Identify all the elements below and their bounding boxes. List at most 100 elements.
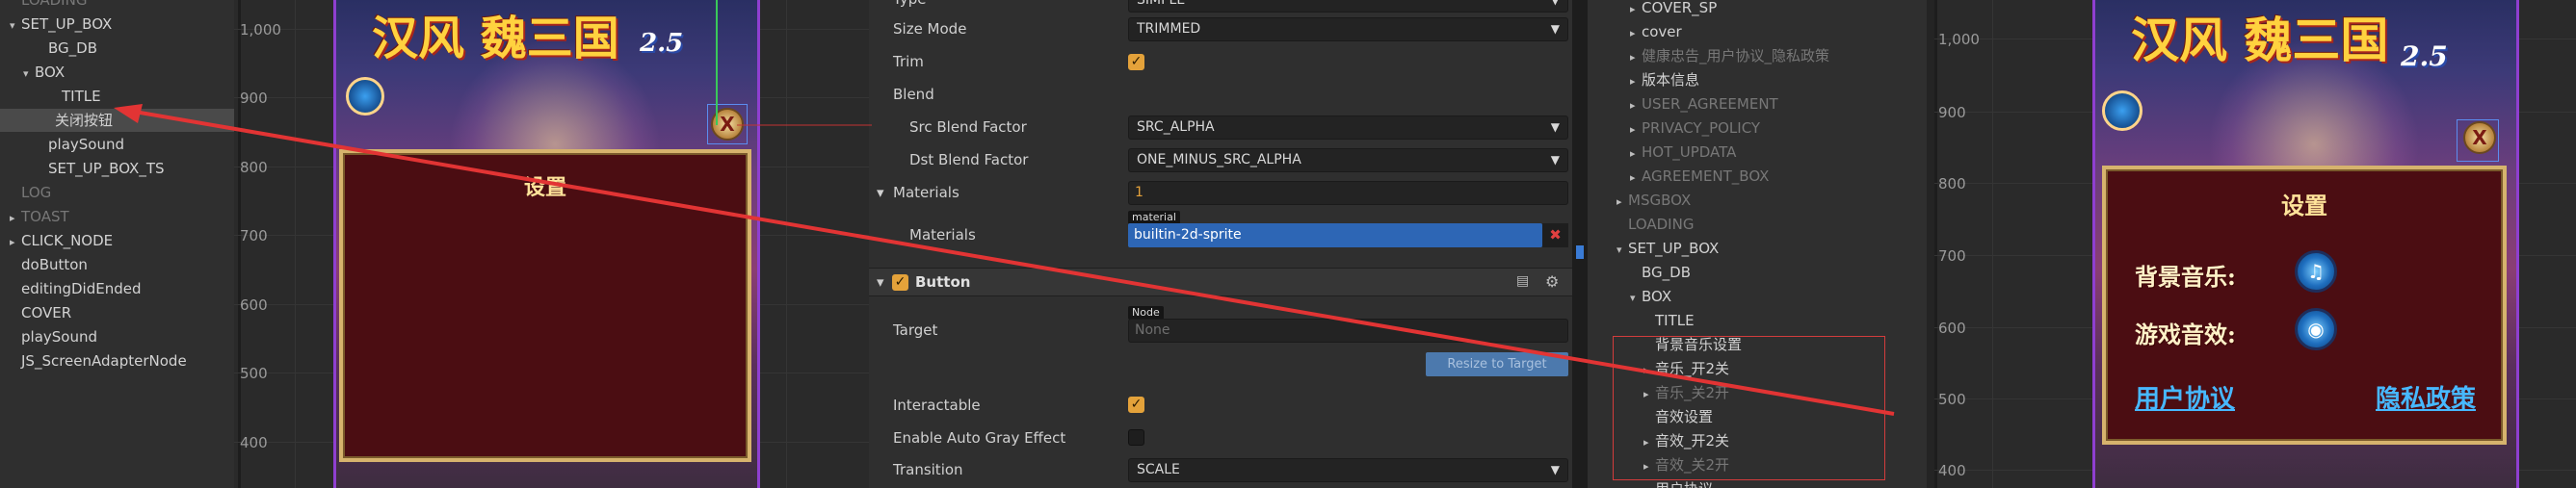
tree-item[interactable]: 音效设置	[1643, 405, 1713, 428]
materials-arrow[interactable]: ▾	[877, 184, 884, 201]
expand-arrow-icon[interactable]: ▾	[10, 14, 21, 38]
chevron-down-icon: ▼	[1550, 120, 1560, 134]
tree-item[interactable]: LOADING	[10, 0, 87, 12]
tree-item-label: BG_DB	[1642, 264, 1691, 281]
collapse-arrow-icon[interactable]: ▸	[10, 231, 21, 254]
tree-item[interactable]: TITLE	[1643, 309, 1695, 332]
remove-icon[interactable]: ✖	[1542, 223, 1568, 247]
target-field[interactable]: None	[1128, 319, 1568, 343]
panel-divider[interactable]	[1927, 0, 1934, 488]
materials-count-input[interactable]: 1	[1128, 181, 1568, 205]
size-mode-select[interactable]: TRIMMED ▼	[1128, 17, 1568, 41]
tree-item[interactable]: ▸ 音效_开2关	[1643, 429, 1729, 452]
type-select[interactable]: SIMPLE ▼	[1128, 0, 1568, 13]
tree-item[interactable]: playSound	[37, 133, 124, 156]
collapse-arrow-icon[interactable]: ▸	[1630, 70, 1642, 93]
collapse-arrow-icon[interactable]: ▾	[877, 273, 884, 291]
collapse-arrow-icon[interactable]: ▸	[1643, 455, 1655, 478]
tree-item-label: USER_AGREEMENT	[1642, 95, 1778, 113]
tree-item[interactable]: ▾ BOX	[23, 61, 65, 84]
dst-blend-select[interactable]: ONE_MINUS_SRC_ALPHA ▼	[1128, 148, 1568, 172]
tree-item[interactable]: BG_DB	[1630, 261, 1691, 284]
music-toggle-icon[interactable]: ♫	[2295, 250, 2337, 293]
tree-item[interactable]: ▾ BOX	[1630, 285, 1671, 308]
collapse-arrow-icon[interactable]: ▸	[1643, 431, 1655, 454]
expand-arrow-icon[interactable]: ▾	[23, 63, 35, 86]
auto-gray-checkbox[interactable]	[1128, 429, 1144, 446]
expand-arrow-icon[interactable]: ▾	[1630, 287, 1642, 310]
settings-gear-icon[interactable]	[346, 77, 384, 116]
tree-item[interactable]: ▸ TOAST	[10, 205, 69, 228]
sound-toggle-icon[interactable]: ◉	[2295, 308, 2337, 350]
collapse-arrow-icon[interactable]: ▸	[1630, 94, 1642, 117]
tree-item[interactable]: BG_DB	[37, 37, 97, 60]
settings-dialog: 设置 背景音乐: ♫ 游戏音效: ◉ 用户协议 隐私政策	[2102, 166, 2507, 445]
tree-item[interactable]: ▸ 音乐_开2关	[1643, 357, 1729, 380]
collapse-arrow-icon[interactable]: ▸	[1643, 359, 1655, 382]
src-blend-label: Src Blend Factor	[909, 118, 1027, 136]
collapse-arrow-icon[interactable]: ▸	[1630, 167, 1642, 190]
chevron-down-icon: ▼	[1550, 463, 1560, 476]
gear-icon[interactable]: ⚙	[1545, 272, 1559, 291]
tree-item[interactable]: LOG	[10, 181, 51, 204]
tree-item-label: TOAST	[21, 208, 69, 225]
tree-item[interactable]: playSound	[10, 325, 97, 348]
tree-item[interactable]: 用户协议	[1643, 477, 1713, 488]
interactable-label: Interactable	[893, 397, 981, 414]
button-component-header[interactable]: ▾ ✓ Button ▤ ⚙	[869, 268, 1572, 296]
tree-item[interactable]: ▸ MSGBOX	[1617, 189, 1691, 212]
tree-item-label: 音效_开2关	[1655, 432, 1730, 449]
tree-item[interactable]: editingDidEnded	[10, 277, 142, 300]
target-label: Target	[893, 321, 938, 339]
tree-item[interactable]: SET_UP_BOX_TS	[37, 157, 165, 180]
tree-item[interactable]: 背景音乐设置	[1643, 333, 1742, 356]
collapse-arrow-icon[interactable]: ▸	[1630, 0, 1642, 21]
tree-item-label: 背景音乐设置	[1655, 336, 1743, 353]
tree-item[interactable]: ▾ SET_UP_BOX	[10, 13, 112, 36]
button-enable-checkbox[interactable]: ✓	[892, 274, 908, 291]
collapse-arrow-icon[interactable]: ▸	[10, 207, 21, 230]
tree-item-label: COVER_SP	[1642, 0, 1718, 16]
collapse-arrow-icon[interactable]: ▸	[1643, 383, 1655, 406]
user-agreement-link[interactable]: 用户协议	[2135, 379, 2235, 415]
resize-to-target-button[interactable]: Resize to Target	[1426, 352, 1568, 376]
tree-item[interactable]: COVER	[10, 301, 71, 324]
collapse-arrow-icon[interactable]: ▸	[1630, 118, 1642, 141]
tree-item-label: 健康忠告_用户协议_隐私政策	[1642, 47, 1830, 64]
tree-item[interactable]: ▸ CLICK_NODE	[10, 229, 113, 252]
tree-item[interactable]: ▾ SET_UP_BOX	[1617, 237, 1719, 260]
interactable-checkbox[interactable]: ✓	[1128, 397, 1144, 413]
book-icon[interactable]: ▤	[1516, 273, 1529, 289]
tree-item[interactable]: ▸ PRIVACY_POLICY	[1630, 116, 1760, 140]
transition-select[interactable]: SCALE ▼	[1128, 458, 1568, 482]
tree-item[interactable]: ▸ USER_AGREEMENT	[1630, 92, 1778, 116]
trim-checkbox[interactable]: ✓	[1128, 54, 1144, 70]
collapse-arrow-icon[interactable]: ▸	[1630, 46, 1642, 69]
tree-item[interactable]: 关闭按钮	[0, 109, 234, 132]
scene-view-left[interactable]: 1,000 900 800 700 600 500 400 汉风 魏三国 2.5…	[234, 0, 869, 488]
tree-item[interactable]: ▸ 健康忠告_用户协议_隐私政策	[1630, 44, 1829, 67]
material-asset-field[interactable]: builtin-2d-sprite	[1128, 223, 1542, 247]
tree-item[interactable]: ▸ cover	[1630, 20, 1682, 43]
tree-item[interactable]: ▸ AGREEMENT_BOX	[1630, 165, 1769, 188]
tree-item-label: 关闭按钮	[55, 112, 114, 129]
tree-item[interactable]: ▸ HOT_UPDATA	[1630, 141, 1736, 164]
tree-item[interactable]: ▸ 版本信息	[1630, 68, 1699, 91]
settings-gear-icon[interactable]	[2102, 90, 2142, 131]
scene-view-right[interactable]: 1,000 900 800 700 600 500 400 汉风 魏三国 2.5…	[1934, 0, 2576, 488]
tree-item[interactable]: ▸ COVER_SP	[1630, 0, 1717, 19]
tree-item[interactable]: doButton	[10, 253, 88, 276]
collapse-arrow-icon[interactable]: ▸	[1617, 191, 1628, 214]
privacy-policy-link[interactable]: 隐私政策	[2376, 379, 2476, 415]
tree-item[interactable]: LOADING	[1617, 213, 1694, 236]
auto-gray-label: Enable Auto Gray Effect	[893, 429, 1066, 447]
expand-arrow-icon[interactable]: ▾	[1617, 239, 1628, 262]
tree-item[interactable]: JS_ScreenAdapterNode	[10, 349, 187, 372]
tree-item[interactable]: ▸ 音效_关2开	[1643, 453, 1729, 476]
panel-divider[interactable]	[1572, 0, 1588, 488]
tree-item[interactable]: TITLE	[50, 85, 101, 108]
collapse-arrow-icon[interactable]: ▸	[1630, 142, 1642, 166]
src-blend-select[interactable]: SRC_ALPHA ▼	[1128, 116, 1568, 140]
collapse-arrow-icon[interactable]: ▸	[1630, 22, 1642, 45]
tree-item[interactable]: ▸ 音乐_关2开	[1643, 381, 1729, 404]
